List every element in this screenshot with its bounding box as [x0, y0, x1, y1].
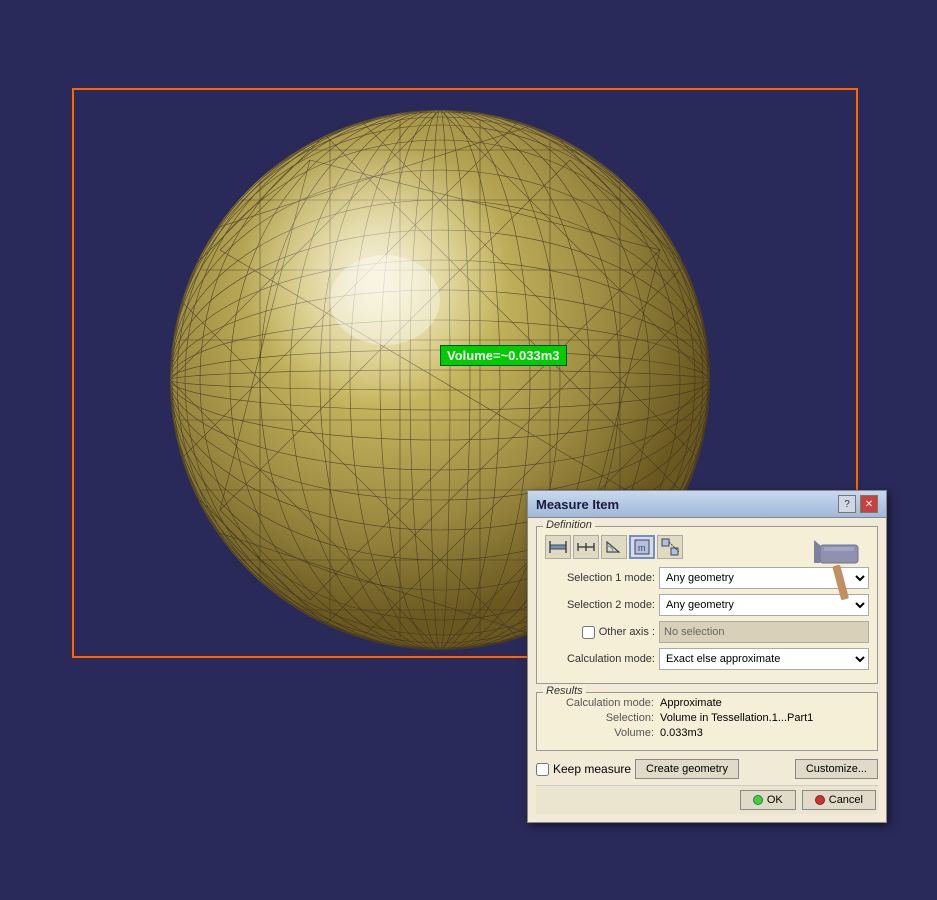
result-volume-value: 0.033m3	[660, 727, 703, 739]
other-axis-label: Other axis :	[599, 626, 655, 638]
close-button[interactable]: ✕	[860, 495, 878, 513]
result-calc-mode-value: Approximate	[660, 697, 722, 709]
calculation-mode-select[interactable]: Exact else approximate Exact Approximate	[659, 648, 869, 670]
measure-angle-icon[interactable]	[601, 535, 627, 559]
results-group: Results Calculation mode: Approximate Se…	[536, 692, 878, 751]
cancel-button[interactable]: Cancel	[802, 790, 876, 810]
result-calc-mode-label: Calculation mode:	[545, 697, 660, 709]
help-button[interactable]: ?	[838, 495, 856, 513]
dialog-titlebar: Measure Item ? ✕	[528, 491, 886, 518]
result-calculation-mode-row: Calculation mode: Approximate	[545, 697, 869, 709]
ok-label: OK	[767, 794, 783, 806]
measure-between-icon[interactable]	[657, 535, 683, 559]
calculation-mode-label: Calculation mode:	[545, 653, 655, 665]
measure-item-dialog: Measure Item ? ✕ Definition	[527, 490, 887, 823]
selection1-label: Selection 1 mode:	[545, 572, 655, 584]
customize-button[interactable]: Customize...	[795, 759, 878, 779]
create-geometry-button[interactable]: Create geometry	[635, 759, 739, 779]
title-buttons: ? ✕	[838, 495, 878, 513]
result-selection-row: Selection: Volume in Tessellation.1...Pa…	[545, 712, 869, 724]
hammer-icon	[812, 535, 867, 605]
dialog-body: Definition	[528, 518, 886, 822]
keep-measure-label: Keep measure	[553, 762, 631, 776]
ok-cancel-row: OK Cancel	[536, 785, 878, 814]
definition-inner: m	[545, 535, 869, 670]
cancel-icon	[815, 795, 825, 805]
volume-label: Volume=~0.033m3	[440, 345, 567, 366]
cancel-label: Cancel	[829, 794, 863, 806]
3d-viewport[interactable]: Volume=~0.033m3 Measure Item ? ✕ Definit…	[0, 0, 937, 900]
measure-chains-icon[interactable]	[573, 535, 599, 559]
result-volume-row: Volume: 0.033m3	[545, 727, 869, 739]
result-selection-value: Volume in Tessellation.1...Part1	[660, 712, 813, 724]
measure-distance-icon[interactable]	[545, 535, 571, 559]
action-row: Keep measure Create geometry Customize..…	[536, 759, 878, 779]
ok-icon	[753, 795, 763, 805]
definition-group: Definition	[536, 526, 878, 684]
ok-button[interactable]: OK	[740, 790, 796, 810]
definition-group-label: Definition	[543, 519, 595, 531]
results-group-label: Results	[543, 685, 586, 697]
selection2-label: Selection 2 mode:	[545, 599, 655, 611]
measure-item-icon[interactable]: m	[629, 535, 655, 559]
calculation-mode-row: Calculation mode: Exact else approximate…	[545, 648, 869, 670]
keep-measure-checkbox[interactable]	[536, 763, 549, 776]
svg-text:m: m	[638, 543, 646, 553]
dialog-title: Measure Item	[536, 497, 619, 512]
result-volume-label: Volume:	[545, 727, 660, 739]
other-axis-input	[659, 621, 869, 643]
other-axis-row: Other axis :	[545, 621, 869, 643]
other-axis-checkbox[interactable]	[582, 626, 595, 639]
result-selection-label: Selection:	[545, 712, 660, 724]
